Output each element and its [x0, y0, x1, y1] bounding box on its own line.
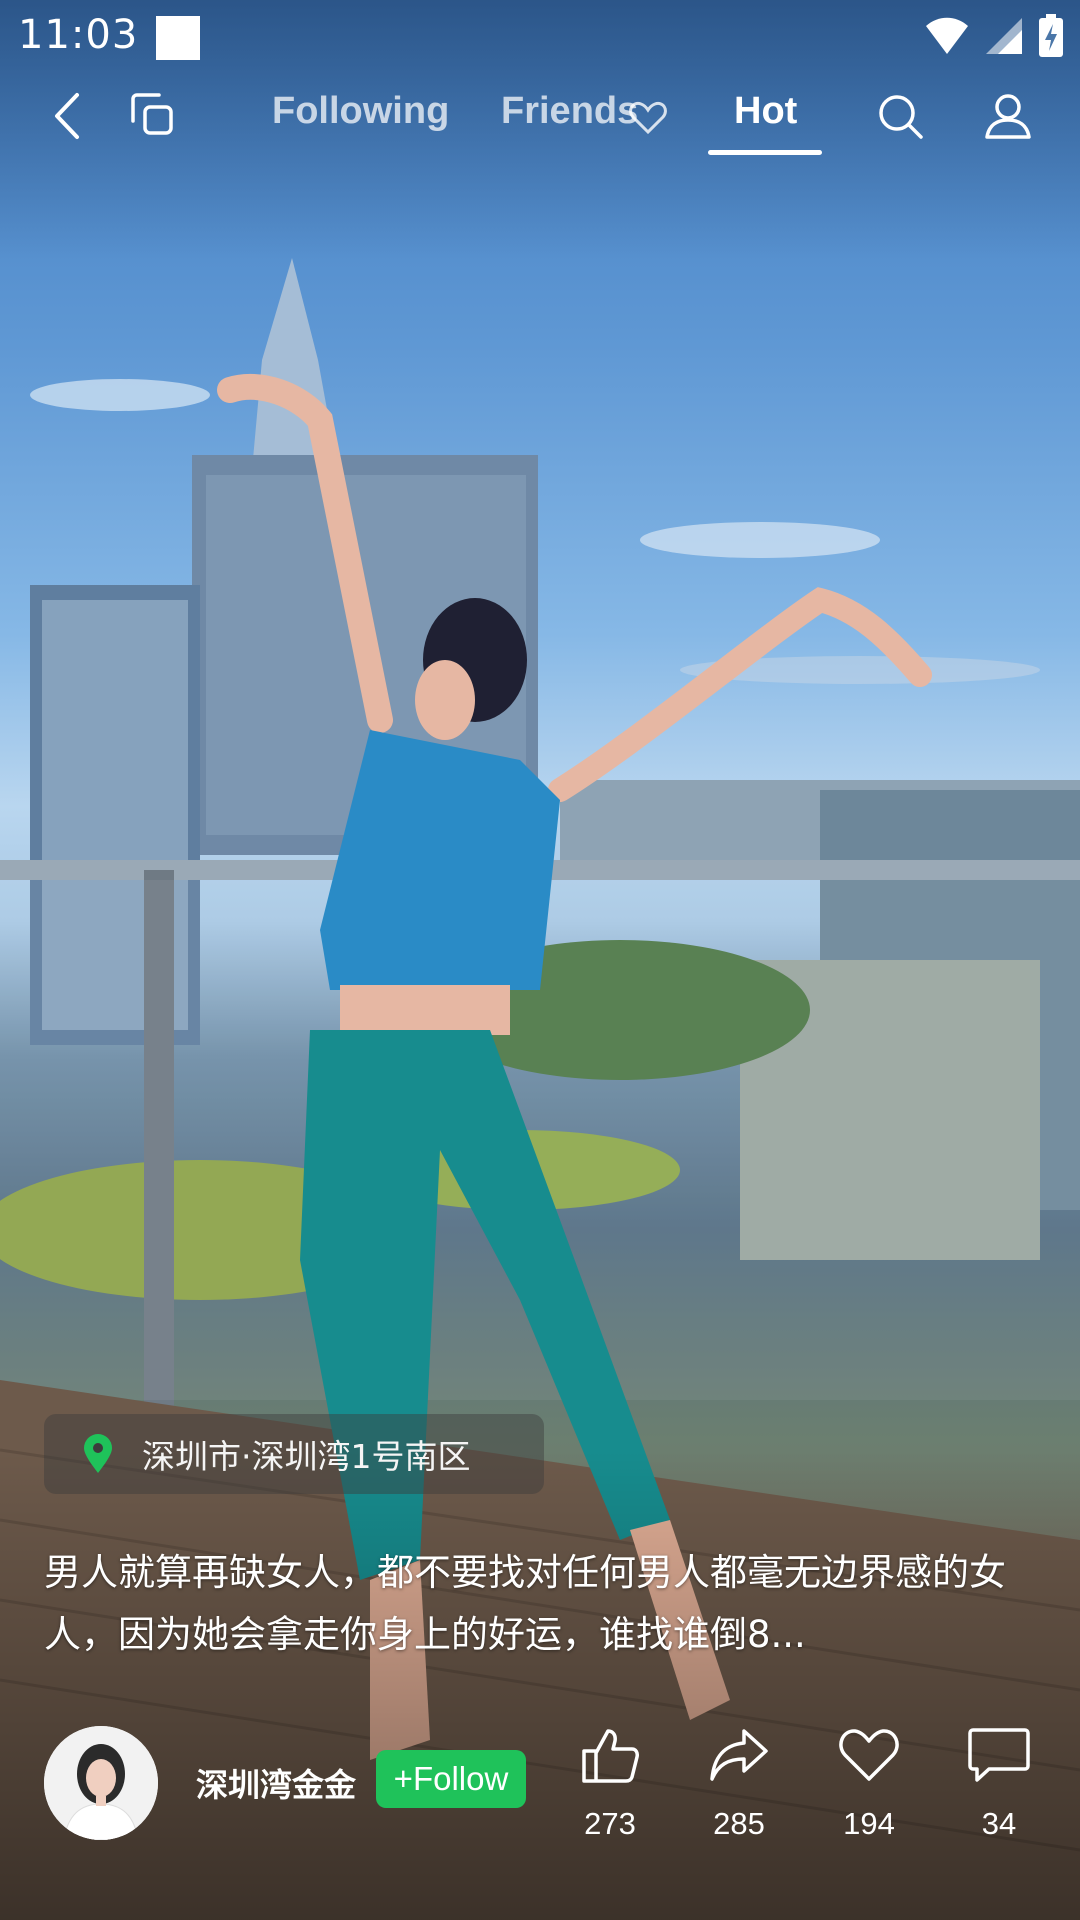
heart-outline-icon [624, 88, 672, 148]
location-pin-icon [78, 1434, 118, 1474]
search-icon[interactable] [870, 86, 930, 146]
favorite-count: 194 [843, 1806, 895, 1841]
active-tab-indicator [708, 150, 822, 155]
author-avatar[interactable] [44, 1726, 158, 1840]
bottom-gradient [0, 1450, 1080, 1920]
share-arrow-icon [684, 1722, 794, 1788]
tab-friends[interactable]: Friends [501, 90, 638, 133]
top-navigation: Following Friends Hot [0, 76, 1080, 160]
share-count: 285 [713, 1806, 765, 1841]
share-action[interactable]: 285 [684, 1722, 794, 1842]
profile-icon[interactable] [978, 86, 1038, 146]
tab-following[interactable]: Following [272, 90, 449, 133]
comment-count: 34 [981, 1806, 1017, 1841]
notification-square-icon [156, 16, 200, 60]
video-caption[interactable]: 男人就算再缺女人，都不要找对任何男人都毫无边界感的女人，因为她会拿走你身上的好运… [44, 1542, 1044, 1666]
like-count: 273 [584, 1806, 636, 1841]
status-bar: 11:03 [0, 0, 1080, 76]
battery-charging-icon [1038, 14, 1064, 62]
wifi-icon [924, 16, 970, 60]
location-chip[interactable]: 深圳市·深圳湾1号南区 [44, 1414, 544, 1494]
favorite-action[interactable]: 194 [814, 1722, 924, 1842]
author-username[interactable]: 深圳湾金金 [196, 1760, 356, 1806]
comment-action[interactable]: 34 [944, 1722, 1054, 1842]
back-arrow-icon[interactable] [36, 86, 96, 146]
cell-signal-icon [984, 16, 1024, 60]
location-text: 深圳市·深圳湾1号南区 [142, 1437, 471, 1476]
comment-bubble-icon [944, 1722, 1054, 1788]
like-action[interactable]: 273 [555, 1722, 665, 1842]
tab-hot[interactable]: Hot [734, 90, 797, 133]
thumbs-up-icon [555, 1722, 665, 1788]
follow-button[interactable]: +Follow [376, 1750, 526, 1808]
status-time: 11:03 [18, 12, 139, 58]
heart-icon [814, 1722, 924, 1788]
multi-window-icon[interactable] [124, 86, 184, 146]
